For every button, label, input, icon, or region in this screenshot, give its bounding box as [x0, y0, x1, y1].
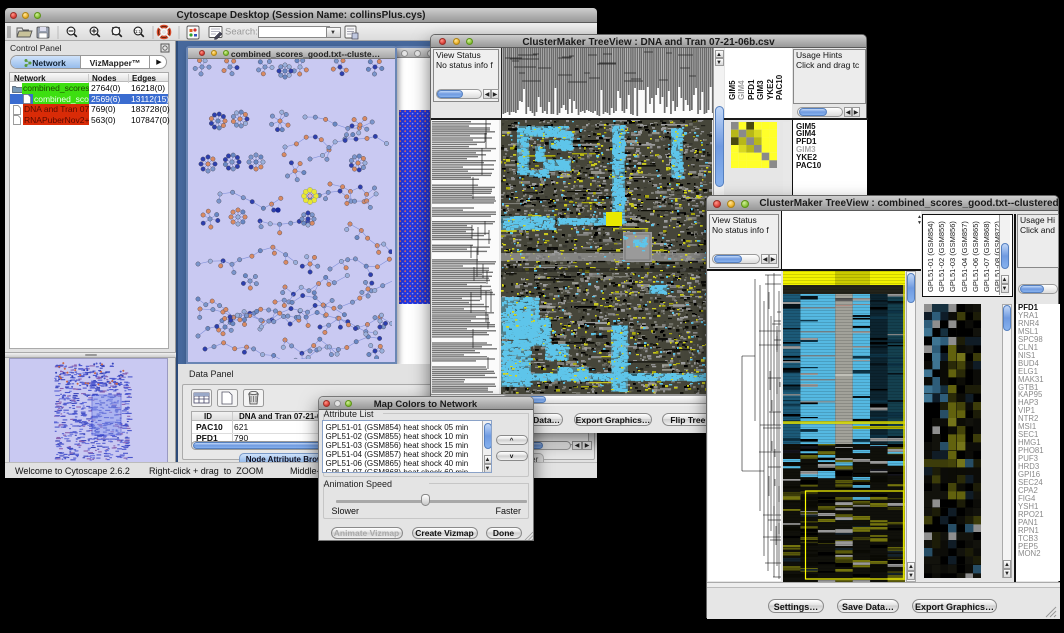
svg-text:1:1: 1:1: [135, 29, 142, 34]
svg-text:Search:: Search:: [225, 27, 258, 38]
